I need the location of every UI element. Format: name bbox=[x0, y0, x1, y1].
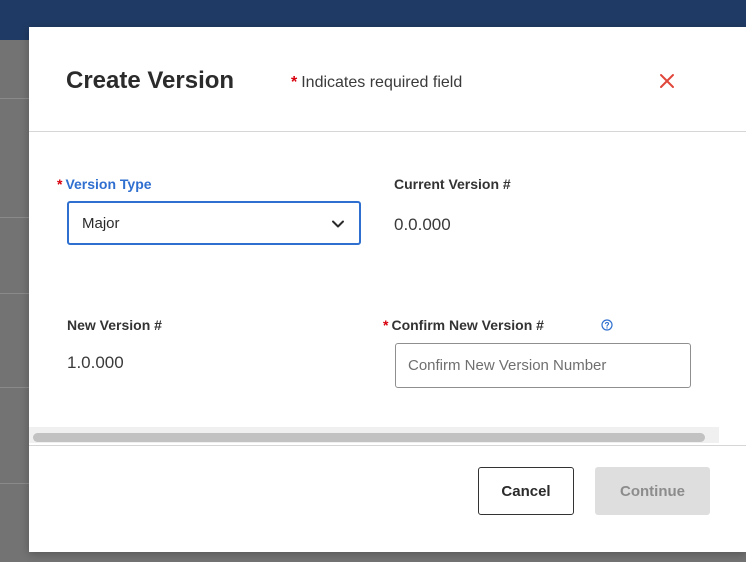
help-circle-icon[interactable] bbox=[601, 319, 613, 331]
required-star: * bbox=[291, 74, 298, 91]
version-type-label-text: Version Type bbox=[65, 176, 152, 192]
footer-divider bbox=[29, 445, 746, 446]
chevron-down-icon bbox=[332, 220, 344, 228]
confirm-version-input[interactable] bbox=[395, 343, 691, 388]
required-star: * bbox=[383, 317, 389, 333]
background-divider bbox=[0, 98, 30, 99]
version-type-select[interactable]: Major bbox=[67, 201, 361, 245]
close-icon bbox=[660, 74, 674, 88]
version-type-label: * Version Type bbox=[57, 175, 152, 193]
new-version-value: 1.0.000 bbox=[67, 353, 124, 372]
confirm-version-label-text: Confirm New Version # bbox=[391, 317, 544, 333]
required-star: * bbox=[57, 176, 63, 192]
horizontal-scrollbar-thumb[interactable] bbox=[33, 433, 705, 442]
required-field-note: * Indicates required field bbox=[291, 72, 462, 94]
background-divider bbox=[0, 293, 30, 294]
version-type-selected-value: Major bbox=[82, 215, 120, 232]
background-divider bbox=[0, 217, 30, 218]
dialog-title: Create Version bbox=[66, 67, 235, 94]
create-version-dialog: Create Version * Indicates required field… bbox=[29, 27, 746, 552]
confirm-version-label: * Confirm New Version # bbox=[383, 316, 544, 334]
current-version-value: 0.0.000 bbox=[394, 215, 451, 234]
continue-button[interactable]: Continue bbox=[595, 467, 710, 515]
cancel-button[interactable]: Cancel bbox=[478, 467, 574, 515]
background-divider bbox=[0, 483, 30, 484]
dialog-header: Create Version * Indicates required field bbox=[29, 27, 746, 132]
close-button[interactable] bbox=[653, 67, 681, 95]
background-divider bbox=[0, 387, 30, 388]
current-version-label: Current Version # bbox=[394, 176, 511, 192]
required-note-text: Indicates required field bbox=[301, 74, 463, 91]
new-version-label: New Version # bbox=[67, 317, 162, 333]
